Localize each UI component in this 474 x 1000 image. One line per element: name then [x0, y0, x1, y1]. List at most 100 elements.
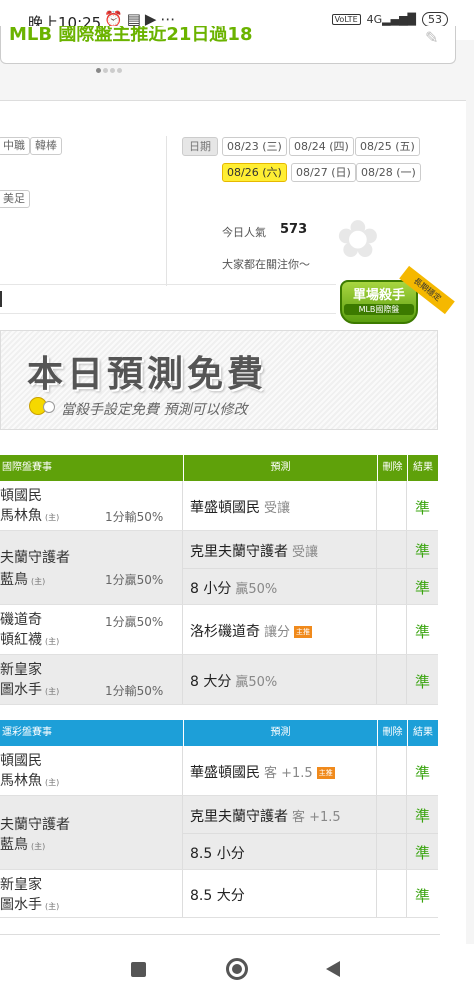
volte-icon: VoLTE [331, 14, 361, 25]
league-tag-nfl[interactable]: 美足 [0, 190, 30, 208]
col-result: 結果 [408, 720, 438, 746]
home-icon[interactable] [226, 958, 248, 980]
pencil-icon[interactable]: ✎ [425, 28, 443, 47]
prediction: 8.5 大分 [190, 888, 245, 904]
table-row[interactable]: 夫蘭守護者 藍鳥 (主) 1分贏50% 克里夫蘭守護者 受讓 8 小分 贏50% 準 … [0, 531, 438, 605]
odds: 1分贏50% [105, 615, 164, 629]
result-badge: 準 [414, 579, 430, 597]
team-home: 圖水手 (主) [0, 682, 60, 698]
team-away: 新皇家 [0, 877, 42, 893]
divider [166, 136, 167, 286]
odds: 1分輸50% [105, 684, 164, 698]
prediction: 克里夫蘭守護者客 +1.5 [190, 809, 341, 825]
team-away: 夫蘭守護者 [0, 550, 70, 566]
result-badge: 準 [414, 673, 430, 691]
result-badge: 準 [414, 499, 430, 517]
signal-icon: 4G▂▄▆█ [366, 13, 416, 26]
featured-tag: 主推 [316, 767, 335, 779]
section-title [0, 291, 2, 307]
table-row[interactable]: 頓國民 馬林魚 (主) 華盛頓國民客 +1.5 主推 準 [0, 746, 438, 796]
col-game: 運彩盤賽事 [0, 720, 183, 746]
intl-table-header: 國際盤賽事 預測 刪除 結果 [0, 455, 438, 481]
popularity-value: 573 [280, 222, 308, 237]
result-badge: 準 [414, 844, 430, 862]
team-home: 馬林魚 (主) [0, 773, 60, 789]
col-delete: 刪除 [378, 455, 407, 481]
league-tag-kbo[interactable]: 韓棒 [30, 137, 62, 155]
speech-bubble-icon [43, 401, 55, 413]
league-tag-cpbl[interactable]: 中職 [0, 137, 30, 155]
free-subtitle: 當殺手設定免費 預測可以修改 [61, 402, 248, 418]
result-badge: 準 [414, 764, 430, 782]
banner-text: MLB 國際盤主推近21日過18 [9, 26, 253, 45]
date-0824[interactable]: 08/24 (四) [289, 137, 354, 156]
back-icon[interactable] [326, 961, 340, 977]
prediction: 8 小分 贏50% [190, 581, 278, 597]
popularity-subtitle: 大家都在關注你～ [222, 258, 310, 271]
date-label: 日期 [182, 137, 218, 156]
delete-cell[interactable] [377, 655, 407, 704]
carousel-dot[interactable] [110, 68, 115, 73]
recents-icon[interactable] [131, 962, 146, 977]
table-row[interactable]: 新皇家 圖水手 (主) 8.5 大分 準 [0, 870, 438, 918]
battery-icon: 53 [422, 12, 448, 27]
date-0823[interactable]: 08/23 (三) [222, 137, 287, 156]
delete-cell[interactable] [377, 605, 407, 654]
status-right: VoLTE 4G▂▄▆█ 53 [331, 12, 448, 27]
delete-cell[interactable] [377, 746, 407, 795]
carousel-dot[interactable] [103, 68, 108, 73]
col-prediction: 預測 [184, 455, 377, 481]
row-divider [183, 833, 438, 834]
table-row[interactable]: 新皇家 圖水手 (主) 1分輸50% 8 大分 贏50% 準 [0, 655, 438, 705]
result-badge: 準 [414, 807, 430, 825]
badge-subtitle: MLB國際盤 [344, 304, 414, 315]
col-result: 結果 [408, 455, 438, 481]
delete-cell[interactable] [377, 481, 407, 530]
navigation-bar [0, 944, 474, 1000]
prediction: 洛杉磯道奇 讓分 主推 [190, 624, 313, 640]
table-row[interactable]: 磯道奇 頓紅襪 (主) 1分贏50% 洛杉磯道奇 讓分 主推 準 [0, 605, 438, 655]
sports-table-header: 運彩盤賽事 預測 刪除 結果 [0, 720, 438, 746]
carousel-dots[interactable] [96, 68, 122, 73]
free-title: 本日預測免費 [27, 354, 268, 395]
row-divider [183, 568, 438, 569]
result-badge: 準 [414, 542, 430, 560]
popularity-label: 今日人氣 [222, 226, 266, 239]
odds: 1分贏50% [105, 573, 164, 587]
sports-table: 運彩盤賽事 預測 刪除 結果 頓國民 馬林魚 (主) 華盛頓國民客 +1.5 主推 … [0, 720, 438, 918]
result-badge: 準 [414, 623, 430, 641]
watermark-icon: ✿ [336, 210, 380, 270]
team-home: 藍鳥 (主) [0, 837, 46, 853]
team-home: 頓紅襪 (主) [0, 632, 60, 648]
featured-tag: 主推 [294, 626, 313, 638]
result-badge: 準 [414, 887, 430, 905]
delete-cell[interactable] [377, 870, 407, 917]
col-prediction: 預測 [184, 720, 377, 746]
intl-table: 國際盤賽事 預測 刪除 結果 頓國民 馬林魚 (主) 1分輸50% 華盛頓國民 受讓… [0, 455, 438, 705]
carousel-dot[interactable] [117, 68, 122, 73]
team-home: 藍鳥 (主) [0, 572, 46, 588]
col-delete: 刪除 [378, 720, 407, 746]
carousel-dot[interactable] [96, 68, 101, 73]
team-away: 新皇家 [0, 662, 42, 678]
date-0828[interactable]: 08/28 (一) [356, 163, 421, 182]
bottom-strip [0, 934, 440, 944]
team-away: 頓國民 [0, 753, 42, 769]
badge-title: 單場殺手 [352, 288, 405, 303]
table-row[interactable]: 頓國民 馬林魚 (主) 1分輸50% 華盛頓國民 受讓 準 [0, 481, 438, 531]
date-0827[interactable]: 08/27 (日) [291, 163, 356, 182]
col-game: 國際盤賽事 [0, 455, 183, 481]
date-0826-active[interactable]: 08/26 (六) [222, 163, 287, 182]
team-away: 夫蘭守護者 [0, 817, 70, 833]
team-away: 磯道奇 [0, 612, 42, 628]
table-row[interactable]: 夫蘭守護者 藍鳥 (主) 克里夫蘭守護者客 +1.5 8.5 小分 準 準 [0, 796, 438, 870]
team-away: 頓國民 [0, 488, 42, 504]
promo-banner[interactable]: MLB 國際盤主推近21日過18 ✎ [0, 26, 456, 64]
prediction: 克里夫蘭守護者 受讓 [190, 544, 319, 560]
prediction: 8 大分 贏50% [190, 674, 278, 690]
free-prediction-banner: 本日預測免費 當殺手設定免費 預測可以修改 [0, 330, 438, 430]
prediction: 8.5 小分 [190, 846, 245, 862]
date-0825[interactable]: 08/25 (五) [355, 137, 420, 156]
team-home: 馬林魚 (主) [0, 508, 60, 524]
section-title-row [0, 284, 336, 314]
